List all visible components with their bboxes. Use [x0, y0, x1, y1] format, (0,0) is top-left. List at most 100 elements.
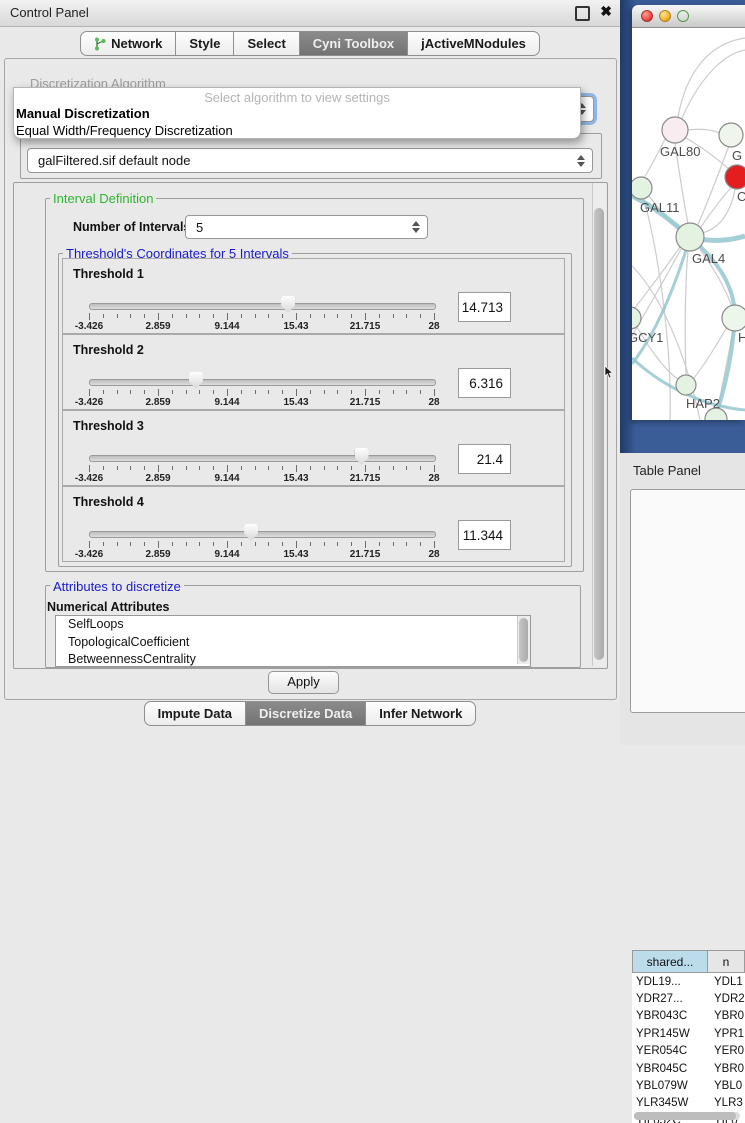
- slider-track[interactable]: [89, 303, 436, 310]
- tick-mark: [393, 390, 394, 394]
- tick-mark: [130, 390, 131, 394]
- column-header-shared[interactable]: shared...: [632, 950, 708, 973]
- network-tab-icon: [94, 37, 106, 51]
- network-node-g[interactable]: [719, 123, 743, 147]
- tick-mark: [255, 390, 256, 394]
- tick-mark: [393, 314, 394, 318]
- column-header-n[interactable]: n: [708, 950, 745, 973]
- float-icon[interactable]: [575, 6, 590, 21]
- tick-mark: [324, 542, 325, 546]
- tick-label: 21.715: [350, 473, 381, 484]
- tab-impute-data[interactable]: Impute Data: [144, 701, 246, 726]
- popup-item-equal-width-frequency-discretization[interactable]: Equal Width/Frequency Discretization: [14, 122, 580, 139]
- attribute-item-betweennesscentrality[interactable]: BetweennessCentrality: [56, 651, 530, 667]
- threshold-value-field[interactable]: 11.344: [458, 520, 511, 550]
- tick-mark: [199, 466, 200, 470]
- apply-button[interactable]: Apply: [268, 671, 339, 694]
- network-canvas[interactable]: GAL80GCGAL11GAL4GCY1HHAP2: [632, 28, 745, 420]
- attribute-item-selfloops[interactable]: SelfLoops: [56, 616, 530, 634]
- slider-track[interactable]: [89, 379, 436, 386]
- tick-mark: [324, 314, 325, 318]
- tick-mark: [158, 541, 159, 548]
- network-node-h[interactable]: [722, 305, 745, 331]
- node-label: GAL11: [640, 200, 680, 215]
- tab-cyni-toolbox[interactable]: Cyni Toolbox: [300, 31, 408, 56]
- threshold-value-field[interactable]: 6.316: [458, 368, 511, 398]
- network-node-gcy1[interactable]: [632, 307, 641, 329]
- tick-mark: [103, 542, 104, 546]
- popup-hint: Select algorithm to view settings: [14, 88, 580, 105]
- cell-shared-name: YER054C: [632, 1045, 710, 1057]
- tab-discretize-data[interactable]: Discretize Data: [246, 701, 366, 726]
- close-icon[interactable]: ✖: [600, 3, 612, 20]
- slider-thumb[interactable]: [189, 372, 203, 389]
- slider-thumb[interactable]: [355, 448, 369, 465]
- tick-mark: [406, 466, 407, 470]
- numerical-attributes-list[interactable]: SelfLoopsTopologicalCoefficientBetweenne…: [55, 615, 531, 667]
- tick-mark: [434, 465, 435, 472]
- table-data-combobox[interactable]: galFiltered.sif default node: [27, 148, 593, 173]
- network-node-gal80[interactable]: [662, 117, 688, 143]
- tick-label: 15.43: [283, 321, 308, 332]
- tab-network[interactable]: Network: [80, 31, 176, 56]
- slider-track[interactable]: [89, 455, 436, 462]
- popup-item-manual-discretization[interactable]: Manual Discretization: [14, 105, 580, 122]
- tick-mark: [351, 314, 352, 318]
- tick-mark: [117, 390, 118, 394]
- tick-mark: [213, 466, 214, 470]
- table-row[interactable]: YER054CYER0: [632, 1043, 745, 1060]
- network-node-gal4[interactable]: [676, 223, 704, 251]
- attribute-item-topologicalcoefficient[interactable]: TopologicalCoefficient: [56, 634, 530, 652]
- attributes-list-scrollbar[interactable]: [517, 616, 530, 664]
- combo-arrows-icon: [577, 155, 585, 167]
- table-row[interactable]: YBR043CYBR0: [632, 1008, 745, 1025]
- cell-shared-name: YPR145W: [632, 1028, 710, 1040]
- threshold-panel-3: Threshold 3-3.4262.8599.14415.4321.71528…: [62, 410, 565, 486]
- table-row[interactable]: YDR27...YDR2: [632, 990, 745, 1007]
- tick-mark: [213, 542, 214, 546]
- cell-shared-name: YDR27...: [632, 993, 710, 1005]
- table-row[interactable]: YBL079WYBL0: [632, 1077, 745, 1094]
- tick-label: 21.715: [350, 549, 381, 560]
- table-rows[interactable]: YDL19...YDL1YDR27...YDR2YBR043CYBR0YPR14…: [632, 973, 745, 1123]
- tick-label: 15.43: [283, 473, 308, 484]
- table-row[interactable]: YDL19...YDL1: [632, 973, 745, 990]
- threshold-value-field[interactable]: 14.713: [458, 292, 511, 322]
- threshold-value-field[interactable]: 21.4: [458, 444, 511, 474]
- tab-jactivemnodules[interactable]: jActiveMNodules: [408, 31, 540, 56]
- zoom-traffic-light[interactable]: [677, 10, 689, 22]
- table-row[interactable]: YLR345WYLR3: [632, 1095, 745, 1112]
- tick-mark: [351, 466, 352, 470]
- minimize-traffic-light[interactable]: [659, 10, 671, 22]
- tick-mark: [130, 466, 131, 470]
- cell-name: YBR0: [710, 1063, 744, 1075]
- table-row[interactable]: YBR045CYBR0: [632, 1060, 745, 1077]
- control-panel-titlebar: Control Panel ✖: [0, 0, 620, 27]
- tab-select[interactable]: Select: [234, 31, 299, 56]
- horizontal-scrollbar[interactable]: [634, 1112, 740, 1120]
- tick-mark: [241, 542, 242, 546]
- tick-mark: [255, 466, 256, 470]
- tick-mark: [379, 390, 380, 394]
- tab-style[interactable]: Style: [176, 31, 234, 56]
- tab-infer-network[interactable]: Infer Network: [366, 701, 476, 726]
- tick-mark: [241, 314, 242, 318]
- tick-mark: [434, 313, 435, 320]
- tick-mark: [282, 466, 283, 470]
- close-traffic-light[interactable]: [641, 10, 653, 22]
- number-of-intervals-spinner[interactable]: 5: [185, 215, 428, 239]
- tick-mark: [117, 314, 118, 318]
- interval-definition-label: Interval Definition: [50, 191, 156, 206]
- tick-mark: [351, 542, 352, 546]
- slider-thumb[interactable]: [244, 524, 258, 541]
- slider-track[interactable]: [89, 531, 436, 538]
- table-row[interactable]: YPR145WYPR1: [632, 1025, 745, 1042]
- slider-thumb[interactable]: [281, 296, 295, 313]
- network-node-gal11[interactable]: [632, 177, 652, 199]
- cell-name: YER0: [710, 1045, 744, 1057]
- tick-mark: [103, 314, 104, 318]
- network-node-c[interactable]: [725, 165, 745, 189]
- network-node-hap2[interactable]: [676, 375, 696, 395]
- vertical-scrollbar[interactable]: [592, 183, 606, 666]
- tick-mark: [89, 541, 90, 548]
